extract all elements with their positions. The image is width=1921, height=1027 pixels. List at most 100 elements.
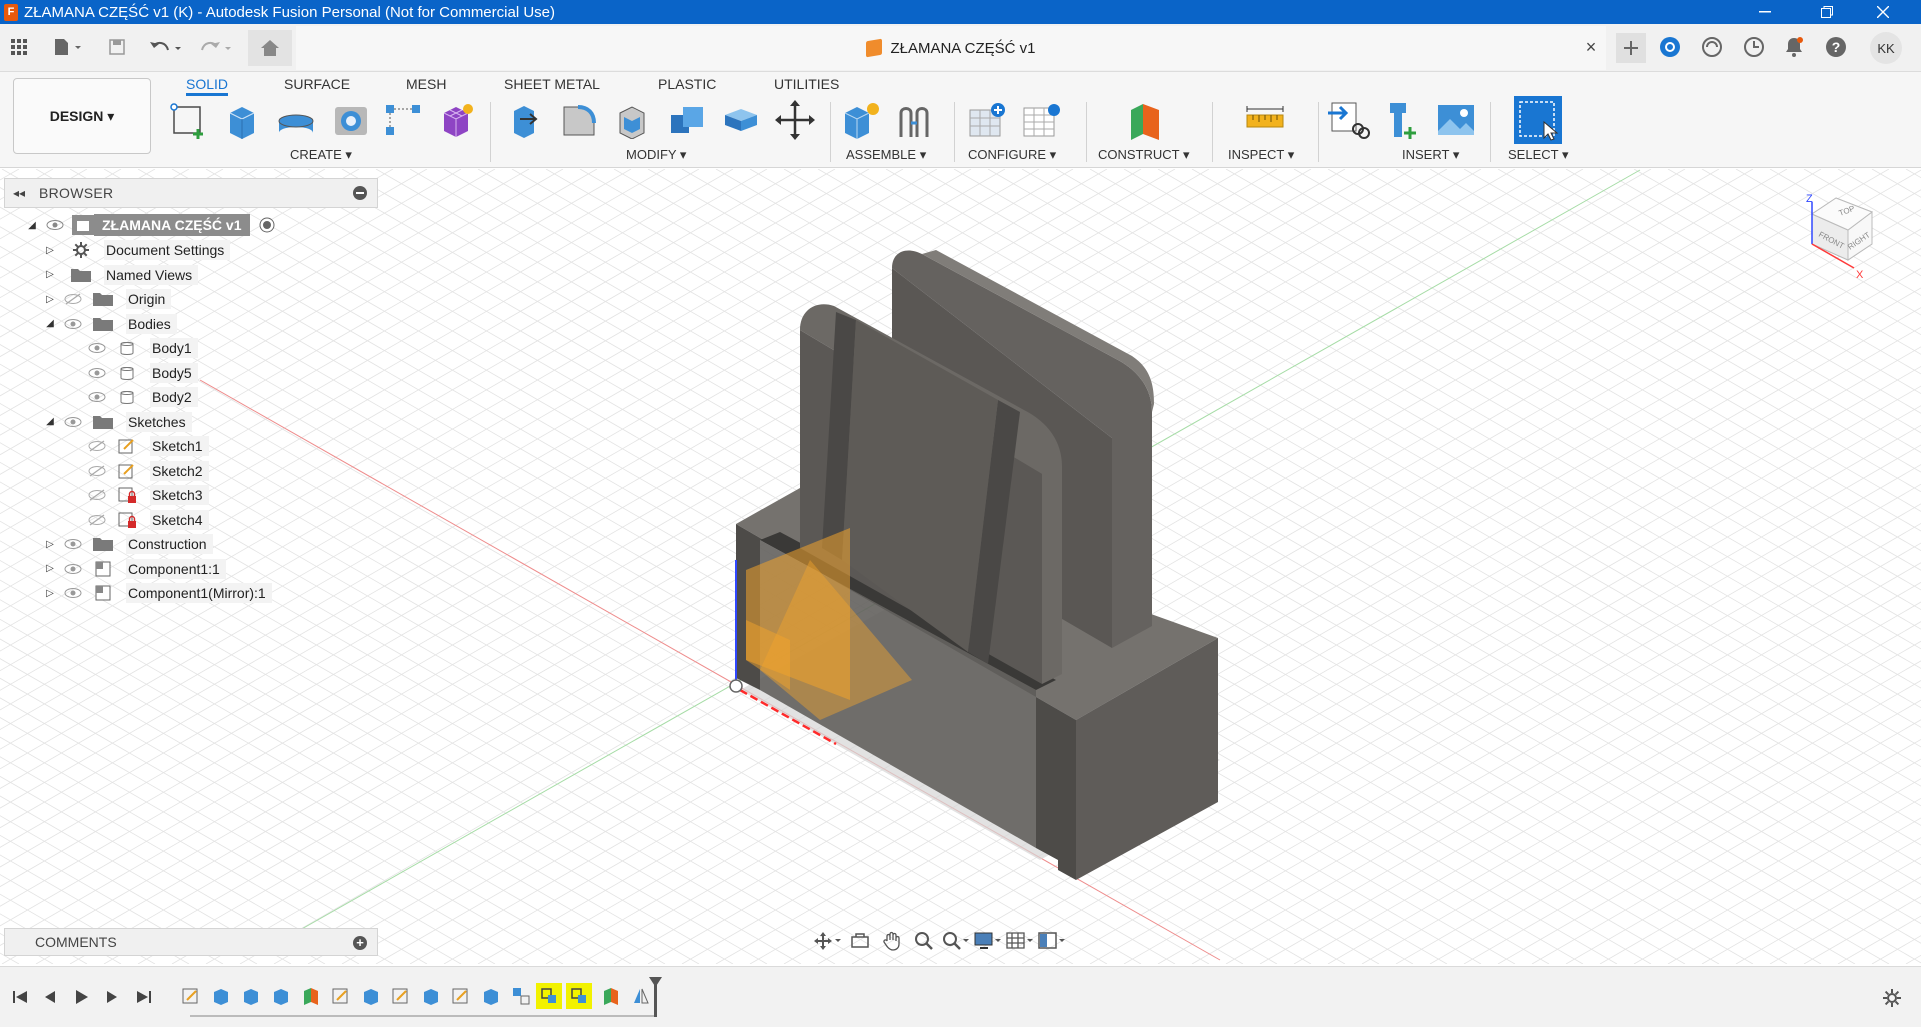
create-group-label[interactable]: CREATE ▾ bbox=[290, 147, 352, 163]
joint-icon[interactable] bbox=[894, 98, 936, 142]
help-icon[interactable]: ? bbox=[1823, 34, 1849, 60]
tree-item-component1-mirror-1[interactable]: ▷ Component1(Mirror):1 bbox=[44, 580, 272, 606]
timeline-extrude-icon[interactable] bbox=[268, 983, 294, 1009]
extensions-icon[interactable] bbox=[1657, 34, 1683, 60]
visibility-eye-icon[interactable] bbox=[62, 562, 84, 576]
timeline-first-icon[interactable] bbox=[8, 985, 32, 1009]
tree-item-bodies[interactable]: ◢ Bodies bbox=[44, 311, 177, 337]
tree-item-body1[interactable]: Body1 bbox=[80, 335, 198, 361]
timeline-last-icon[interactable] bbox=[132, 985, 156, 1009]
combine-icon[interactable] bbox=[666, 98, 708, 142]
tab-utilities[interactable]: UTILITIES bbox=[774, 72, 839, 96]
tab-plastic[interactable]: PLASTIC bbox=[658, 72, 716, 96]
timeline-previous-icon[interactable] bbox=[38, 985, 62, 1009]
inspect-group-label[interactable]: INSPECT ▾ bbox=[1228, 147, 1294, 163]
hidden-eye-icon[interactable] bbox=[86, 488, 108, 502]
offset-face-icon[interactable] bbox=[720, 98, 762, 142]
hidden-eye-icon[interactable] bbox=[62, 292, 84, 306]
activate-radio-icon[interactable] bbox=[256, 217, 278, 233]
configure-icon[interactable] bbox=[966, 98, 1008, 142]
pan-hand-icon[interactable] bbox=[876, 928, 908, 954]
measure-icon[interactable] bbox=[1244, 98, 1286, 142]
save-icon[interactable] bbox=[104, 34, 130, 60]
timeline-sketch-icon[interactable] bbox=[178, 983, 204, 1009]
restore-button[interactable] bbox=[1804, 0, 1850, 24]
collapse-browser-icon[interactable]: ◂◂ bbox=[13, 186, 29, 200]
display-settings-icon[interactable] bbox=[972, 928, 1004, 954]
expand-triangle-icon[interactable]: ▷ bbox=[44, 269, 56, 281]
timeline-extrude-icon[interactable] bbox=[238, 983, 264, 1009]
tab-solid[interactable]: SOLID bbox=[186, 72, 229, 96]
collapse-triangle-icon[interactable]: ◢ bbox=[44, 318, 56, 330]
tree-root[interactable]: ◢ ZŁAMANA CZĘŚĆ v1 bbox=[26, 212, 278, 238]
close-tab-icon[interactable]: × bbox=[1582, 37, 1600, 57]
select-icon[interactable] bbox=[1514, 96, 1562, 144]
tree-item-body2[interactable]: Body2 bbox=[80, 384, 198, 410]
revolve-icon[interactable] bbox=[275, 98, 317, 142]
tree-item-construction[interactable]: ▷ Construction bbox=[44, 531, 213, 557]
visibility-eye-icon[interactable] bbox=[62, 586, 84, 600]
pattern-icon[interactable] bbox=[382, 98, 424, 142]
zoom-icon[interactable] bbox=[908, 928, 940, 954]
hole-icon[interactable] bbox=[330, 98, 372, 142]
tree-item-sketch4[interactable]: Sketch4 bbox=[80, 507, 209, 533]
press-pull-icon[interactable] bbox=[504, 98, 546, 142]
timeline-extrude-icon[interactable] bbox=[358, 983, 384, 1009]
create-form-icon[interactable] bbox=[436, 98, 478, 142]
configure-table-icon[interactable] bbox=[1020, 98, 1062, 142]
insert-group-label[interactable]: INSERT ▾ bbox=[1402, 147, 1459, 163]
tree-item-body5[interactable]: Body5 bbox=[80, 360, 198, 386]
modify-group-label[interactable]: MODIFY ▾ bbox=[626, 147, 686, 163]
tree-item-component1-1[interactable]: ▷ Component1:1 bbox=[44, 556, 226, 582]
timeline-plane-icon[interactable] bbox=[298, 983, 324, 1009]
look-at-icon[interactable] bbox=[844, 928, 876, 954]
visibility-eye-icon[interactable] bbox=[62, 537, 84, 551]
timeline-selected-component-icon[interactable] bbox=[566, 983, 592, 1009]
timeline-sketch-icon[interactable] bbox=[448, 983, 474, 1009]
expand-triangle-icon[interactable]: ▷ bbox=[44, 244, 56, 256]
notifications-bell-icon[interactable] bbox=[1781, 34, 1807, 60]
visibility-eye-icon[interactable] bbox=[86, 390, 108, 404]
collapse-triangle-icon[interactable]: ◢ bbox=[26, 219, 38, 231]
collapse-triangle-icon[interactable]: ◢ bbox=[44, 416, 56, 428]
timeline-extrude-icon[interactable] bbox=[418, 983, 444, 1009]
job-status-icon[interactable] bbox=[1699, 34, 1725, 60]
fit-zoom-icon[interactable] bbox=[940, 928, 972, 954]
orbit-icon[interactable] bbox=[812, 928, 844, 954]
timeline-play-icon[interactable] bbox=[70, 985, 94, 1009]
timeline-sketch-icon[interactable] bbox=[328, 983, 354, 1009]
expand-triangle-icon[interactable]: ▷ bbox=[44, 293, 56, 305]
tree-item-document-settings[interactable]: ▷ Document Settings bbox=[44, 237, 231, 263]
move-copy-icon[interactable] bbox=[774, 98, 816, 142]
construct-group-label[interactable]: CONSTRUCT ▾ bbox=[1098, 147, 1190, 163]
document-tab[interactable]: ZŁAMANA CZĘŚĆ v1 × bbox=[296, 26, 1606, 70]
tree-item-sketch1[interactable]: Sketch1 bbox=[80, 433, 209, 459]
apps-grid-icon[interactable] bbox=[6, 34, 32, 60]
redo-icon[interactable] bbox=[196, 34, 236, 60]
insert-canvas-icon[interactable] bbox=[1436, 98, 1478, 142]
tree-item-origin[interactable]: ▷ Origin bbox=[44, 286, 172, 312]
close-window-button[interactable] bbox=[1860, 0, 1906, 24]
browser-minimize-button[interactable] bbox=[353, 186, 367, 200]
grid-settings-icon[interactable] bbox=[1004, 928, 1036, 954]
tree-item-sketches[interactable]: ◢ Sketches bbox=[44, 409, 192, 435]
tree-item-sketch2[interactable]: Sketch2 bbox=[80, 458, 209, 484]
timeline-sketch-icon[interactable] bbox=[388, 983, 414, 1009]
timeline-settings-gear-icon[interactable] bbox=[1881, 987, 1903, 1009]
create-sketch-icon[interactable] bbox=[168, 98, 210, 142]
timeline-extrude-icon[interactable] bbox=[208, 983, 234, 1009]
timeline-next-icon[interactable] bbox=[100, 985, 124, 1009]
timeline-extrude-icon[interactable] bbox=[478, 983, 504, 1009]
insert-mcmaster-icon[interactable] bbox=[1382, 98, 1424, 142]
expand-triangle-icon[interactable]: ▷ bbox=[44, 538, 56, 550]
expand-triangle-icon[interactable]: ▷ bbox=[44, 563, 56, 575]
insert-derive-icon[interactable] bbox=[1328, 98, 1370, 142]
tab-mesh[interactable]: MESH bbox=[406, 72, 446, 96]
timeline-mirror-icon[interactable] bbox=[628, 983, 654, 1009]
user-avatar[interactable]: KK bbox=[1870, 32, 1902, 64]
visibility-eye-icon[interactable] bbox=[44, 218, 66, 232]
offset-plane-icon[interactable] bbox=[1124, 98, 1166, 142]
tree-item-named-views[interactable]: ▷ Named Views bbox=[44, 262, 199, 288]
workspace-switcher-button[interactable]: DESIGN ▾ bbox=[13, 78, 151, 154]
select-group-label[interactable]: SELECT ▾ bbox=[1508, 147, 1568, 163]
